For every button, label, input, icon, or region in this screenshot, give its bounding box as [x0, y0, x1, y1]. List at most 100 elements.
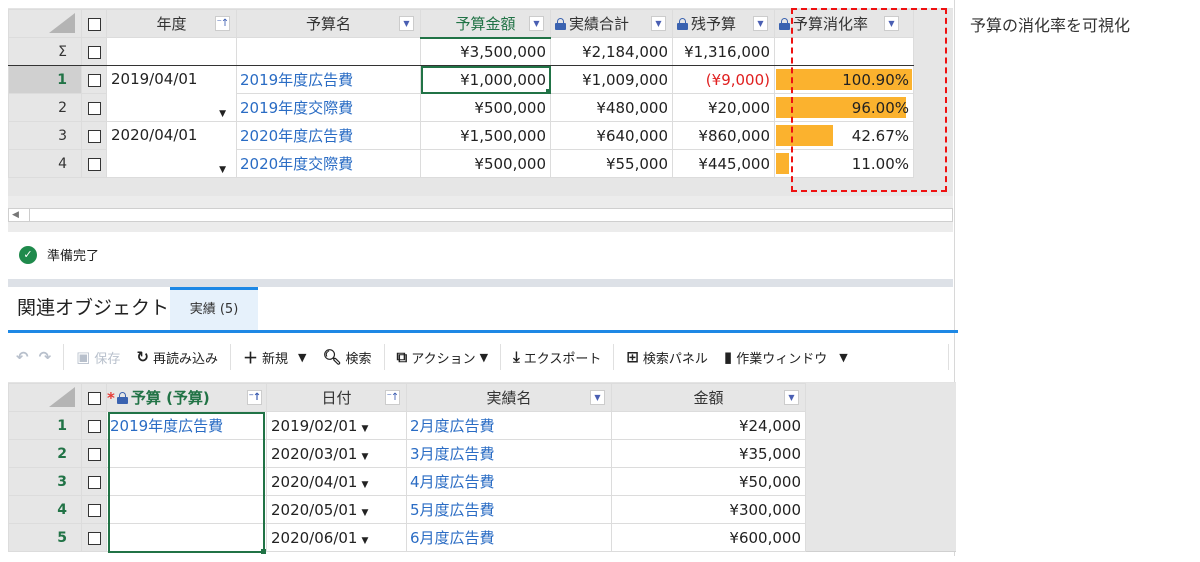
- row-header[interactable]: 3: [8, 121, 82, 150]
- table-row[interactable]: 3 2020/04/01 ▼ 4月度広告費 ¥50,000: [8, 467, 806, 496]
- table-row[interactable]: 1 2019年度広告費 2019/02/01 ▼ 2月度広告費 ¥24,000: [8, 411, 806, 440]
- filter-dropdown-icon[interactable]: ▼: [529, 16, 544, 31]
- search-panel-button[interactable]: ⊞ 検索パネル: [618, 348, 716, 367]
- date-cell[interactable]: 2020/03/01 ▼: [266, 439, 407, 468]
- row-checkbox[interactable]: [81, 439, 107, 468]
- year-cell[interactable]: 2019/04/01 ▼: [106, 65, 237, 122]
- new-button[interactable]: ＋新規 ▼: [235, 347, 315, 368]
- search-button[interactable]: 🔍︎ 検索: [314, 348, 379, 367]
- row-header[interactable]: 2: [8, 439, 82, 468]
- table-row[interactable]: 1 2019/04/01 ▼ 2019年度広告費 ¥1,000,000 ¥1,00…: [8, 65, 914, 122]
- reload-button[interactable]: ↻ 再読み込み: [128, 348, 226, 367]
- row-header[interactable]: 1: [8, 65, 82, 94]
- amount-cell[interactable]: ¥50,000: [611, 467, 806, 496]
- row-header[interactable]: 3: [8, 467, 82, 496]
- budget-link[interactable]: [106, 523, 267, 552]
- redo-button[interactable]: ↷: [37, 348, 60, 366]
- col-header-actual-total[interactable]: 実績合計 ▼: [550, 9, 673, 38]
- col-header-budget-amount[interactable]: 予算金額 ▼: [420, 9, 551, 39]
- table-row[interactable]: 2 2020/03/01 ▼ 3月度広告費 ¥35,000: [8, 439, 806, 468]
- tab-actuals[interactable]: 実績 (5): [170, 287, 258, 331]
- chevron-down-icon[interactable]: ▼: [839, 351, 847, 364]
- date-cell[interactable]: 2020/05/01 ▼: [266, 495, 407, 524]
- date-cell[interactable]: 2020/04/01 ▼: [266, 467, 407, 496]
- amount-cell[interactable]: ¥300,000: [611, 495, 806, 524]
- amount-cell[interactable]: ¥24,000: [611, 411, 806, 440]
- budget-name-link[interactable]: 2019年度広告費: [236, 65, 421, 94]
- date-cell[interactable]: 2019/02/01 ▼: [266, 411, 407, 440]
- dropdown-icon[interactable]: ▼: [361, 424, 368, 434]
- filter-dropdown-icon[interactable]: ▼: [590, 390, 605, 405]
- dropdown-icon[interactable]: ▼: [219, 165, 226, 175]
- actual-name-link[interactable]: 4月度広告費: [406, 467, 612, 496]
- budget-amount-cell[interactable]: ¥1,500,000: [420, 121, 551, 150]
- col-header-amount[interactable]: 金額 ▼: [611, 383, 806, 412]
- budget-name-link[interactable]: 2020年度交際費: [236, 149, 421, 178]
- work-window-button[interactable]: ▮ 作業ウィンドウ ▼: [716, 348, 856, 367]
- filter-dropdown-icon[interactable]: ▼: [784, 390, 799, 405]
- budget-amount-cell[interactable]: ¥500,000: [420, 149, 551, 178]
- sort-icon[interactable]: ⁻↑: [247, 390, 262, 405]
- actual-name-link[interactable]: 3月度広告費: [406, 439, 612, 468]
- select-all-corner[interactable]: [8, 9, 82, 38]
- col-header-remaining[interactable]: 残予算 ▼: [672, 9, 775, 38]
- budget-name-link[interactable]: 2019年度交際費: [236, 93, 421, 122]
- row-header[interactable]: 2: [8, 93, 82, 122]
- actual-name-link[interactable]: 5月度広告費: [406, 495, 612, 524]
- col-header-year[interactable]: 年度 ⁻↑: [106, 9, 237, 38]
- dropdown-icon[interactable]: ▼: [361, 536, 368, 546]
- year-cell[interactable]: 2020/04/01 ▼: [106, 121, 237, 178]
- row-checkbox[interactable]: [81, 523, 107, 552]
- col-header-consumption-rate[interactable]: 予算消化率 ▼: [774, 9, 914, 38]
- filter-dropdown-icon[interactable]: ▼: [753, 16, 768, 31]
- horizontal-scrollbar[interactable]: ◀: [8, 208, 953, 222]
- select-all-corner[interactable]: [8, 383, 82, 412]
- table-row[interactable]: 5 2020/06/01 ▼ 6月度広告費 ¥600,000: [8, 523, 806, 552]
- budget-link[interactable]: [106, 439, 267, 468]
- row-checkbox[interactable]: [81, 495, 107, 524]
- row-checkbox[interactable]: [81, 37, 107, 66]
- actual-name-link[interactable]: 2月度広告費: [406, 411, 612, 440]
- row-checkbox[interactable]: [81, 149, 107, 178]
- filter-dropdown-icon[interactable]: ▼: [399, 16, 414, 31]
- sort-icon[interactable]: ⁻↑: [215, 16, 230, 31]
- table-row[interactable]: 3 2020/04/01 ▼ 2020年度広告費 ¥1,500,000 ¥640,…: [8, 121, 914, 178]
- col-header-budget[interactable]: * 予算 (予算) ⁻↑: [106, 383, 267, 412]
- row-header[interactable]: 5: [8, 523, 82, 552]
- chevron-down-icon[interactable]: ▼: [298, 351, 306, 364]
- dropdown-icon[interactable]: ▼: [219, 109, 226, 119]
- col-header-actual-name[interactable]: 実績名 ▼: [406, 383, 612, 412]
- budget-link[interactable]: 2019年度広告費: [106, 411, 267, 440]
- filter-dropdown-icon[interactable]: ▼: [884, 16, 899, 31]
- row-checkbox[interactable]: [81, 93, 107, 122]
- amount-cell[interactable]: ¥35,000: [611, 439, 806, 468]
- row-header[interactable]: 4: [8, 149, 82, 178]
- row-checkbox[interactable]: [81, 65, 107, 94]
- budget-name-link[interactable]: 2020年度広告費: [236, 121, 421, 150]
- row-header[interactable]: 1: [8, 411, 82, 440]
- row-checkbox[interactable]: [81, 121, 107, 150]
- scroll-left-icon[interactable]: ◀: [12, 210, 19, 220]
- row-checkbox[interactable]: [81, 467, 107, 496]
- sort-icon[interactable]: ⁻↑: [385, 390, 400, 405]
- action-button[interactable]: ⧉ アクション ▼: [389, 348, 497, 367]
- export-button[interactable]: ⤓ エクスポート: [505, 348, 609, 367]
- actual-name-link[interactable]: 6月度広告費: [406, 523, 612, 552]
- table-row[interactable]: 4 2020/05/01 ▼ 5月度広告費 ¥300,000: [8, 495, 806, 524]
- header-checkbox[interactable]: [81, 9, 107, 38]
- row-header[interactable]: 4: [8, 495, 82, 524]
- header-checkbox[interactable]: [81, 383, 107, 412]
- budget-link[interactable]: [106, 495, 267, 524]
- row-checkbox[interactable]: [81, 411, 107, 440]
- amount-cell[interactable]: ¥600,000: [611, 523, 806, 552]
- dropdown-icon[interactable]: ▼: [361, 508, 368, 518]
- save-button[interactable]: ▣ 保存: [68, 348, 128, 367]
- budget-amount-cell[interactable]: ¥500,000: [420, 93, 551, 122]
- col-header-budget-name[interactable]: 予算名 ▼: [236, 9, 421, 38]
- col-header-date[interactable]: 日付 ⁻↑: [266, 383, 407, 412]
- dropdown-icon[interactable]: ▼: [361, 480, 368, 490]
- filter-dropdown-icon[interactable]: ▼: [651, 16, 666, 31]
- dropdown-icon[interactable]: ▼: [361, 452, 368, 462]
- budget-link[interactable]: [106, 467, 267, 496]
- budget-amount-cell[interactable]: ¥1,000,000: [420, 65, 551, 94]
